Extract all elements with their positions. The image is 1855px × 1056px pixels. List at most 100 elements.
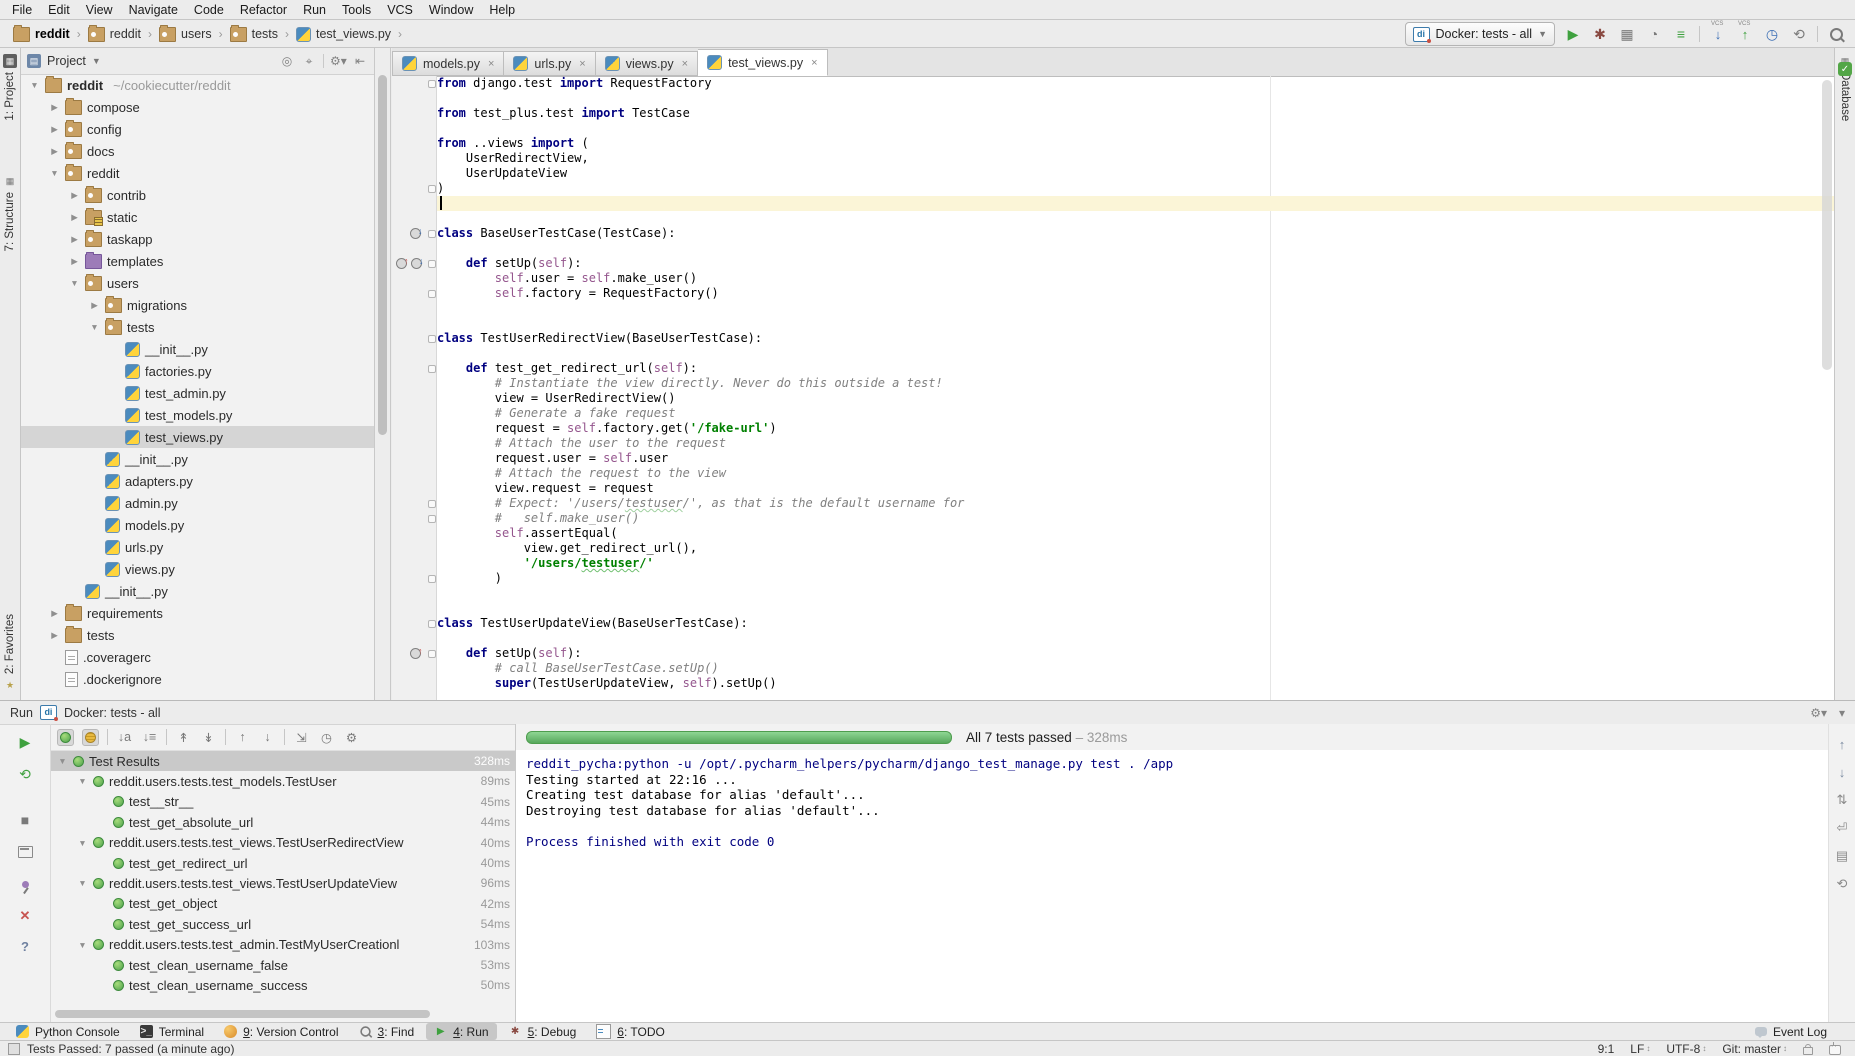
fold-marker-icon[interactable] [428, 335, 436, 343]
test-tree-hscrollbar[interactable] [55, 1010, 430, 1018]
fold-marker-icon[interactable] [428, 290, 436, 298]
breadcrumb-item-users[interactable]: users [156, 26, 215, 43]
fold-marker-icon[interactable] [428, 230, 436, 238]
tree-arrow-icon[interactable]: ▼ [29, 80, 40, 90]
expand-all-icon[interactable]: ↟ [175, 729, 192, 746]
gear-icon[interactable]: ⚙▾ [1810, 706, 1827, 720]
fold-marker-icon[interactable] [428, 620, 436, 628]
run-test-gutter-icon[interactable] [410, 648, 421, 659]
pin-tab-icon[interactable] [15, 874, 35, 894]
test-row-test_get_object[interactable]: test_get_object42ms [51, 894, 515, 914]
breadcrumb-item-tests[interactable]: tests [227, 26, 281, 43]
menu-edit[interactable]: Edit [40, 1, 78, 19]
scroll-to-bottom-icon[interactable]: ↓ [1834, 764, 1850, 780]
search-everywhere-icon[interactable] [1827, 25, 1845, 43]
run-configuration-select[interactable]: di Docker: tests - all ▼ [1405, 22, 1555, 46]
test-row-reddit-users-tests-test_admin-TestMyUserCreationl[interactable]: ▼reddit.users.tests.test_admin.TestMyUse… [51, 935, 515, 955]
fold-marker-icon[interactable] [428, 575, 436, 583]
tree-item-test_views-py[interactable]: test_views.py [21, 426, 374, 448]
tree-item-adapters-py[interactable]: adapters.py [21, 470, 374, 492]
editor-tab-views-py[interactable]: views.py× [596, 51, 698, 76]
tree-item-compose[interactable]: ▶compose [21, 96, 374, 118]
tree-item-reddit[interactable]: ▼reddit [21, 162, 374, 184]
vcs-update-icon[interactable]: ↓ [1709, 25, 1727, 43]
tree-arrow-icon[interactable]: ▶ [89, 300, 100, 311]
breadcrumb-item-reddit[interactable]: reddit [10, 26, 73, 43]
breadcrumb-item-reddit[interactable]: reddit [85, 26, 144, 43]
run-icon[interactable]: ▶ [1564, 25, 1582, 43]
tool-tab-9-version-control[interactable]: 9: Version Control [216, 1023, 346, 1040]
tree-item-__init__-py[interactable]: __init__.py [21, 580, 374, 602]
rerun-failed-tests-icon[interactable]: ⟲ [15, 764, 35, 784]
rollback-icon[interactable]: ⟲ [1790, 25, 1808, 43]
console-output[interactable]: reddit_pycha:python -u /opt/.pycharm_hel… [520, 750, 1828, 1022]
scroll-to-top-icon[interactable]: ↑ [1834, 736, 1850, 752]
recent-changes-icon[interactable]: ◷ [1763, 25, 1781, 43]
test-row-reddit-users-tests-test_views-TestUserRedirectView[interactable]: ▼reddit.users.tests.test_views.TestUserR… [51, 833, 515, 853]
restore-layout-icon[interactable] [15, 842, 35, 862]
tree-arrow-icon[interactable]: ▶ [69, 234, 80, 245]
menu-run[interactable]: Run [295, 1, 334, 19]
fold-marker-icon[interactable] [428, 365, 436, 373]
tree-item-config[interactable]: ▶config [21, 118, 374, 140]
print-icon[interactable]: ▤ [1834, 848, 1850, 864]
stop-icon[interactable]: ■ [15, 810, 35, 830]
tree-arrow-icon[interactable]: ▼ [77, 776, 88, 786]
tree-arrow-icon[interactable]: ▶ [49, 608, 60, 619]
menu-file[interactable]: File [4, 1, 40, 19]
hide-passed-icon[interactable] [57, 729, 74, 746]
event-log-button[interactable]: Event Log [1755, 1025, 1847, 1039]
gear-icon[interactable]: ⚙▾ [330, 54, 346, 68]
status-widget-9-1[interactable]: 9:1 [1598, 1042, 1615, 1056]
tree-item-taskapp[interactable]: ▶taskapp [21, 228, 374, 250]
tree-item-__init__-py[interactable]: __init__.py [21, 338, 374, 360]
locate-icon[interactable]: ◎ [279, 54, 295, 68]
close-tab-icon[interactable]: × [682, 58, 688, 70]
tree-item-views-py[interactable]: views.py [21, 558, 374, 580]
tree-item-contrib[interactable]: ▶contrib [21, 184, 374, 206]
show-ignored-icon[interactable] [82, 729, 99, 746]
tree-item-tests[interactable]: ▼tests [21, 316, 374, 338]
menu-code[interactable]: Code [186, 1, 232, 19]
tree-item-test_admin-py[interactable]: test_admin.py [21, 382, 374, 404]
tree-arrow-icon[interactable]: ▼ [89, 322, 100, 332]
inspections-ok-icon[interactable]: ✓ [1838, 62, 1852, 76]
menu-tools[interactable]: Tools [334, 1, 379, 19]
close-icon[interactable]: ✕ [15, 906, 35, 926]
tool-tab-python-console[interactable]: Python Console [8, 1023, 128, 1040]
menu-window[interactable]: Window [421, 1, 481, 19]
fold-marker-icon[interactable] [428, 515, 436, 523]
tree-item-static[interactable]: ▶static [21, 206, 374, 228]
sort-by-duration-icon[interactable]: ↓≡ [141, 729, 158, 746]
editor-tab-models-py[interactable]: models.py× [392, 51, 504, 76]
menu-refactor[interactable]: Refactor [232, 1, 295, 19]
vcs-commit-icon[interactable]: ↑ [1736, 25, 1754, 43]
move-caret-icon[interactable]: ⇅ [1834, 792, 1850, 808]
stripe-tab-1-project[interactable]: ▦1: Project [0, 54, 20, 121]
tree-arrow-icon[interactable]: ▶ [49, 124, 60, 135]
fold-marker-icon[interactable] [428, 650, 436, 658]
project-panel-title[interactable]: Project [47, 54, 86, 68]
close-tab-icon[interactable]: × [811, 57, 817, 69]
status-widget-lf[interactable]: LF↕ [1630, 1042, 1650, 1056]
fold-marker-icon[interactable] [428, 80, 436, 88]
tree-item-users[interactable]: ▼users [21, 272, 374, 294]
test-row-Test-Results[interactable]: ▼Test Results328ms [51, 751, 515, 771]
tree-arrow-icon[interactable]: ▼ [69, 278, 80, 288]
rerun-icon[interactable]: ▶ [15, 732, 35, 752]
next-failed-icon[interactable]: ↓ [259, 729, 276, 746]
tool-tab-5-debug[interactable]: ✱5: Debug [501, 1023, 585, 1040]
tree-arrow-icon[interactable]: ▶ [49, 102, 60, 113]
tool-tab-3-find[interactable]: 3: Find [351, 1023, 423, 1040]
project-scrollbar[interactable] [375, 48, 391, 700]
hide-panel-icon[interactable]: ⇤ [352, 54, 368, 68]
tree-item-factories-py[interactable]: factories.py [21, 360, 374, 382]
breadcrumb-item-test_views.py[interactable]: test_views.py [293, 26, 394, 43]
tool-tab-4-run[interactable]: ▶4: Run [426, 1023, 496, 1040]
stripe-tab-7-structure[interactable]: ▦7: Structure [0, 174, 20, 251]
previous-failed-icon[interactable]: ↑ [234, 729, 251, 746]
status-widget-utf-8[interactable]: UTF-8↕ [1666, 1042, 1706, 1056]
test-row-test_clean_username_success[interactable]: test_clean_username_success50ms [51, 975, 515, 995]
tree-arrow-icon[interactable]: ▶ [49, 146, 60, 157]
debug-icon[interactable]: ✱ [1591, 25, 1609, 43]
